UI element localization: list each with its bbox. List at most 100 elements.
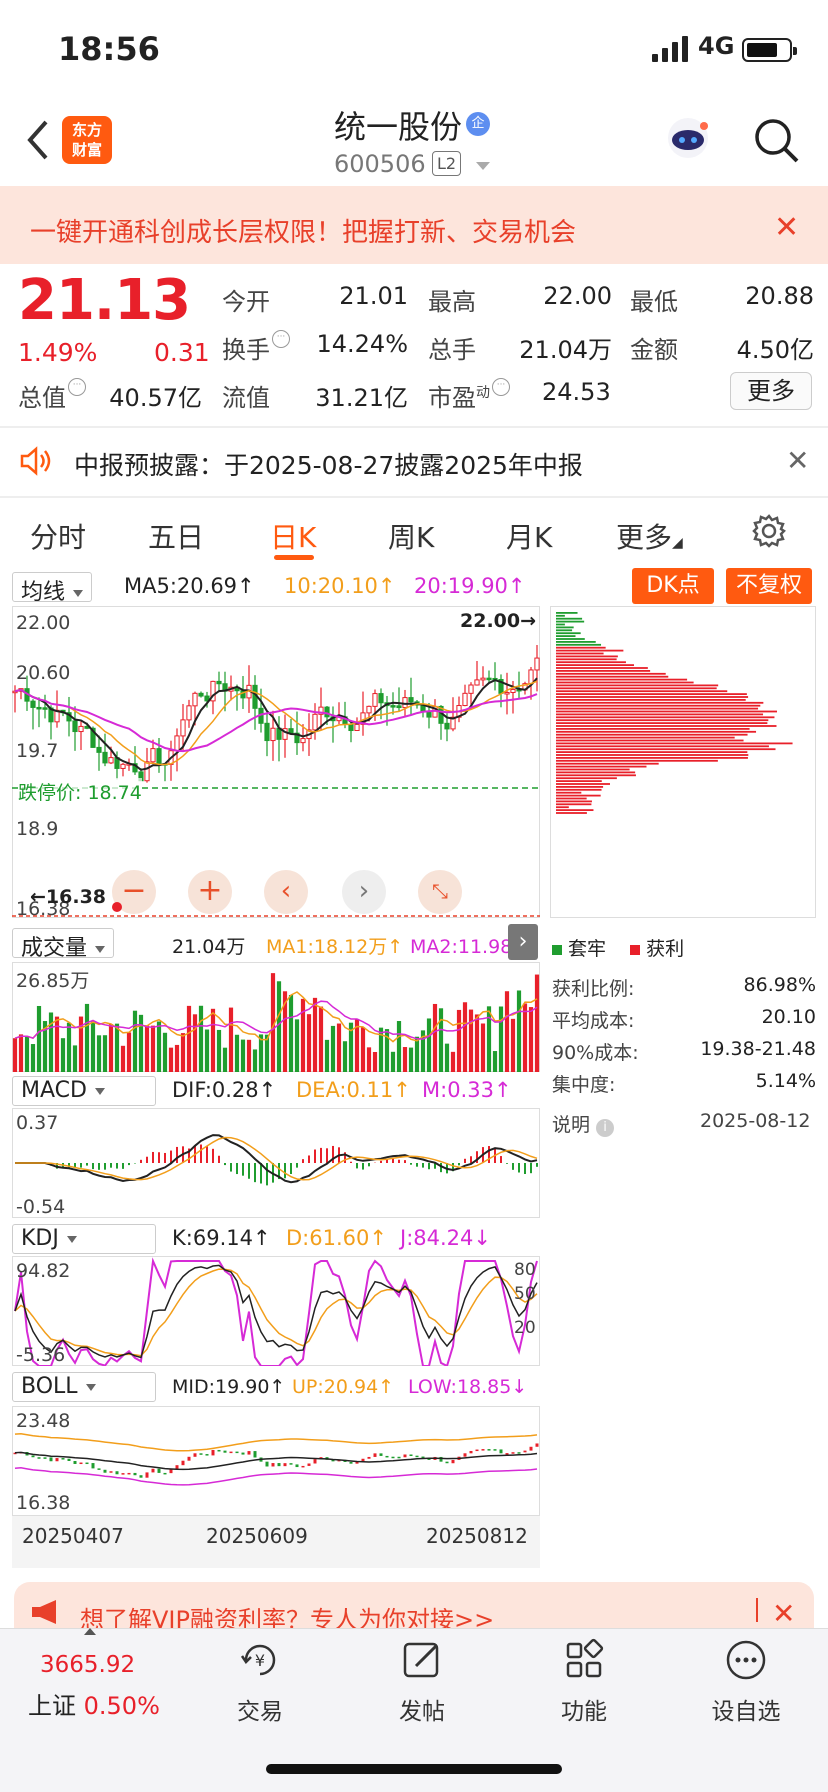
- kdj-chart[interactable]: [12, 1256, 540, 1366]
- scroll-left-button[interactable]: ‹: [264, 870, 308, 914]
- chevron-down-icon: [66, 1235, 77, 1243]
- tab-intraday[interactable]: 分时: [30, 516, 86, 556]
- status-time: 18:56: [58, 30, 160, 68]
- candle-body: [198, 692, 204, 697]
- chip-bar: [556, 757, 748, 759]
- volume-bar: [132, 1010, 138, 1072]
- speaker-icon: [20, 446, 51, 476]
- corner-arrow-icon: ◢: [672, 535, 683, 551]
- more-button[interactable]: 更多: [730, 372, 812, 410]
- boll-candle: [67, 1458, 71, 1461]
- fullscreen-icon[interactable]: ⤡: [418, 870, 462, 914]
- boll-chart[interactable]: [12, 1406, 540, 1516]
- volume-bar: [240, 1039, 246, 1072]
- promo-text[interactable]: 一键开通科创成长层权限！把握打新、交易机会: [30, 212, 576, 249]
- nav-post[interactable]: 发帖: [362, 1638, 482, 1726]
- volume-label: 总手: [428, 336, 476, 364]
- boll-candle: [151, 1468, 155, 1473]
- close-icon[interactable]: ✕: [774, 210, 799, 245]
- chip-bar: [556, 658, 617, 661]
- chip-bar: [556, 754, 749, 756]
- scroll-right-button[interactable]: ›: [342, 870, 386, 914]
- chip-distribution-chart[interactable]: [550, 606, 816, 918]
- trade-icon: ¥: [240, 1644, 276, 1676]
- boll-candle: [223, 1450, 227, 1453]
- chip-note[interactable]: 说明 i: [552, 1110, 615, 1137]
- volume-select[interactable]: 成交量: [12, 928, 115, 961]
- candle-body: [426, 711, 432, 718]
- candle-body: [366, 705, 372, 714]
- boll-low-line: [14, 1467, 538, 1486]
- candle-body: [534, 657, 540, 671]
- change-percent: 1.49%: [18, 338, 98, 367]
- ma20-value: 20:19.90↑: [414, 574, 526, 598]
- index-ticker[interactable]: 上证 0.50%: [28, 1686, 160, 1721]
- macd-select[interactable]: MACD: [12, 1076, 156, 1106]
- zoom-in-button[interactable]: +: [188, 870, 232, 914]
- candle-body: [396, 705, 402, 709]
- tab-monthly-k[interactable]: 月K: [506, 516, 552, 556]
- chip-bar: [556, 780, 602, 782]
- volume-bar: [24, 1035, 30, 1072]
- boll-candle: [205, 1454, 209, 1456]
- index-value[interactable]: 3665.92: [40, 1652, 135, 1678]
- macd-m: M:0.33↑: [422, 1078, 512, 1102]
- volume-bar: [198, 1005, 204, 1072]
- nav-post-label: 发帖: [399, 1699, 445, 1725]
- volume-bar: [108, 1024, 114, 1072]
- ma-select[interactable]: 均线: [12, 572, 93, 605]
- ma-select-label: 均线: [21, 580, 66, 605]
- expand-up-icon[interactable]: [84, 1628, 96, 1635]
- volume-bar: [468, 1009, 474, 1072]
- macd-chart[interactable]: [12, 1108, 540, 1218]
- boll-select[interactable]: BOLL: [12, 1372, 156, 1402]
- chip-bar: [556, 771, 636, 774]
- back-icon[interactable]: [24, 118, 54, 162]
- tab-daily-k[interactable]: 日K: [270, 516, 316, 556]
- volume-bar: [324, 1039, 330, 1072]
- robot-assistant-icon[interactable]: [664, 114, 712, 162]
- gear-icon[interactable]: [752, 514, 786, 548]
- boll-candle: [313, 1459, 317, 1464]
- adjust-button[interactable]: 不复权: [726, 568, 812, 604]
- boll-candle: [121, 1473, 125, 1475]
- boll-candle: [403, 1454, 407, 1458]
- info-icon[interactable]: i: [596, 1119, 615, 1137]
- volume-chart[interactable]: [12, 962, 540, 1072]
- volume-bar: [222, 1047, 228, 1072]
- tab-weekly-k[interactable]: 周K: [388, 516, 434, 556]
- volume-bar: [390, 1051, 396, 1072]
- nav-functions[interactable]: 功能: [524, 1638, 644, 1726]
- kdj-select[interactable]: KDJ: [12, 1224, 156, 1254]
- nav-add-watchlist[interactable]: 设自选: [686, 1638, 806, 1726]
- search-icon[interactable]: [752, 116, 800, 164]
- x-axis-label: 20250812: [426, 1524, 528, 1548]
- close-icon[interactable]: ✕: [786, 444, 809, 477]
- chevron-down-icon[interactable]: [476, 162, 490, 170]
- expand-indicator-button[interactable]: ›: [508, 924, 538, 960]
- boll-candle: [43, 1457, 47, 1459]
- volume-bar: [474, 1014, 480, 1072]
- tab-more[interactable]: 更多◢: [616, 516, 683, 556]
- chip-bar: [556, 728, 750, 730]
- volume-bar: [492, 1051, 498, 1072]
- chip-bar: [556, 617, 583, 620]
- chip-bar: [556, 675, 669, 678]
- boll-candle: [73, 1460, 77, 1464]
- close-icon[interactable]: ✕: [772, 1597, 795, 1630]
- boll-candle: [523, 1450, 527, 1453]
- volume-bar: [204, 1029, 210, 1072]
- chip-bar: [556, 736, 735, 739]
- tab-five-day[interactable]: 五日: [148, 516, 204, 556]
- nav-trade[interactable]: ¥ 交易: [200, 1638, 320, 1726]
- chip-label: 平均成本:: [552, 1010, 635, 1032]
- disclosure-text[interactable]: 中报预披露：于2025-08-27披露2025年中报: [74, 446, 583, 482]
- dk-point-button[interactable]: DK点: [632, 568, 714, 604]
- volume-bar: [456, 1009, 462, 1072]
- chip-bar: [556, 762, 659, 765]
- boll-up-line: [14, 1433, 538, 1452]
- level2-badge[interactable]: L2: [432, 151, 462, 176]
- kdj-80: 80: [514, 1260, 536, 1280]
- volume-bar: [36, 1005, 42, 1072]
- boll-candle: [31, 1455, 35, 1458]
